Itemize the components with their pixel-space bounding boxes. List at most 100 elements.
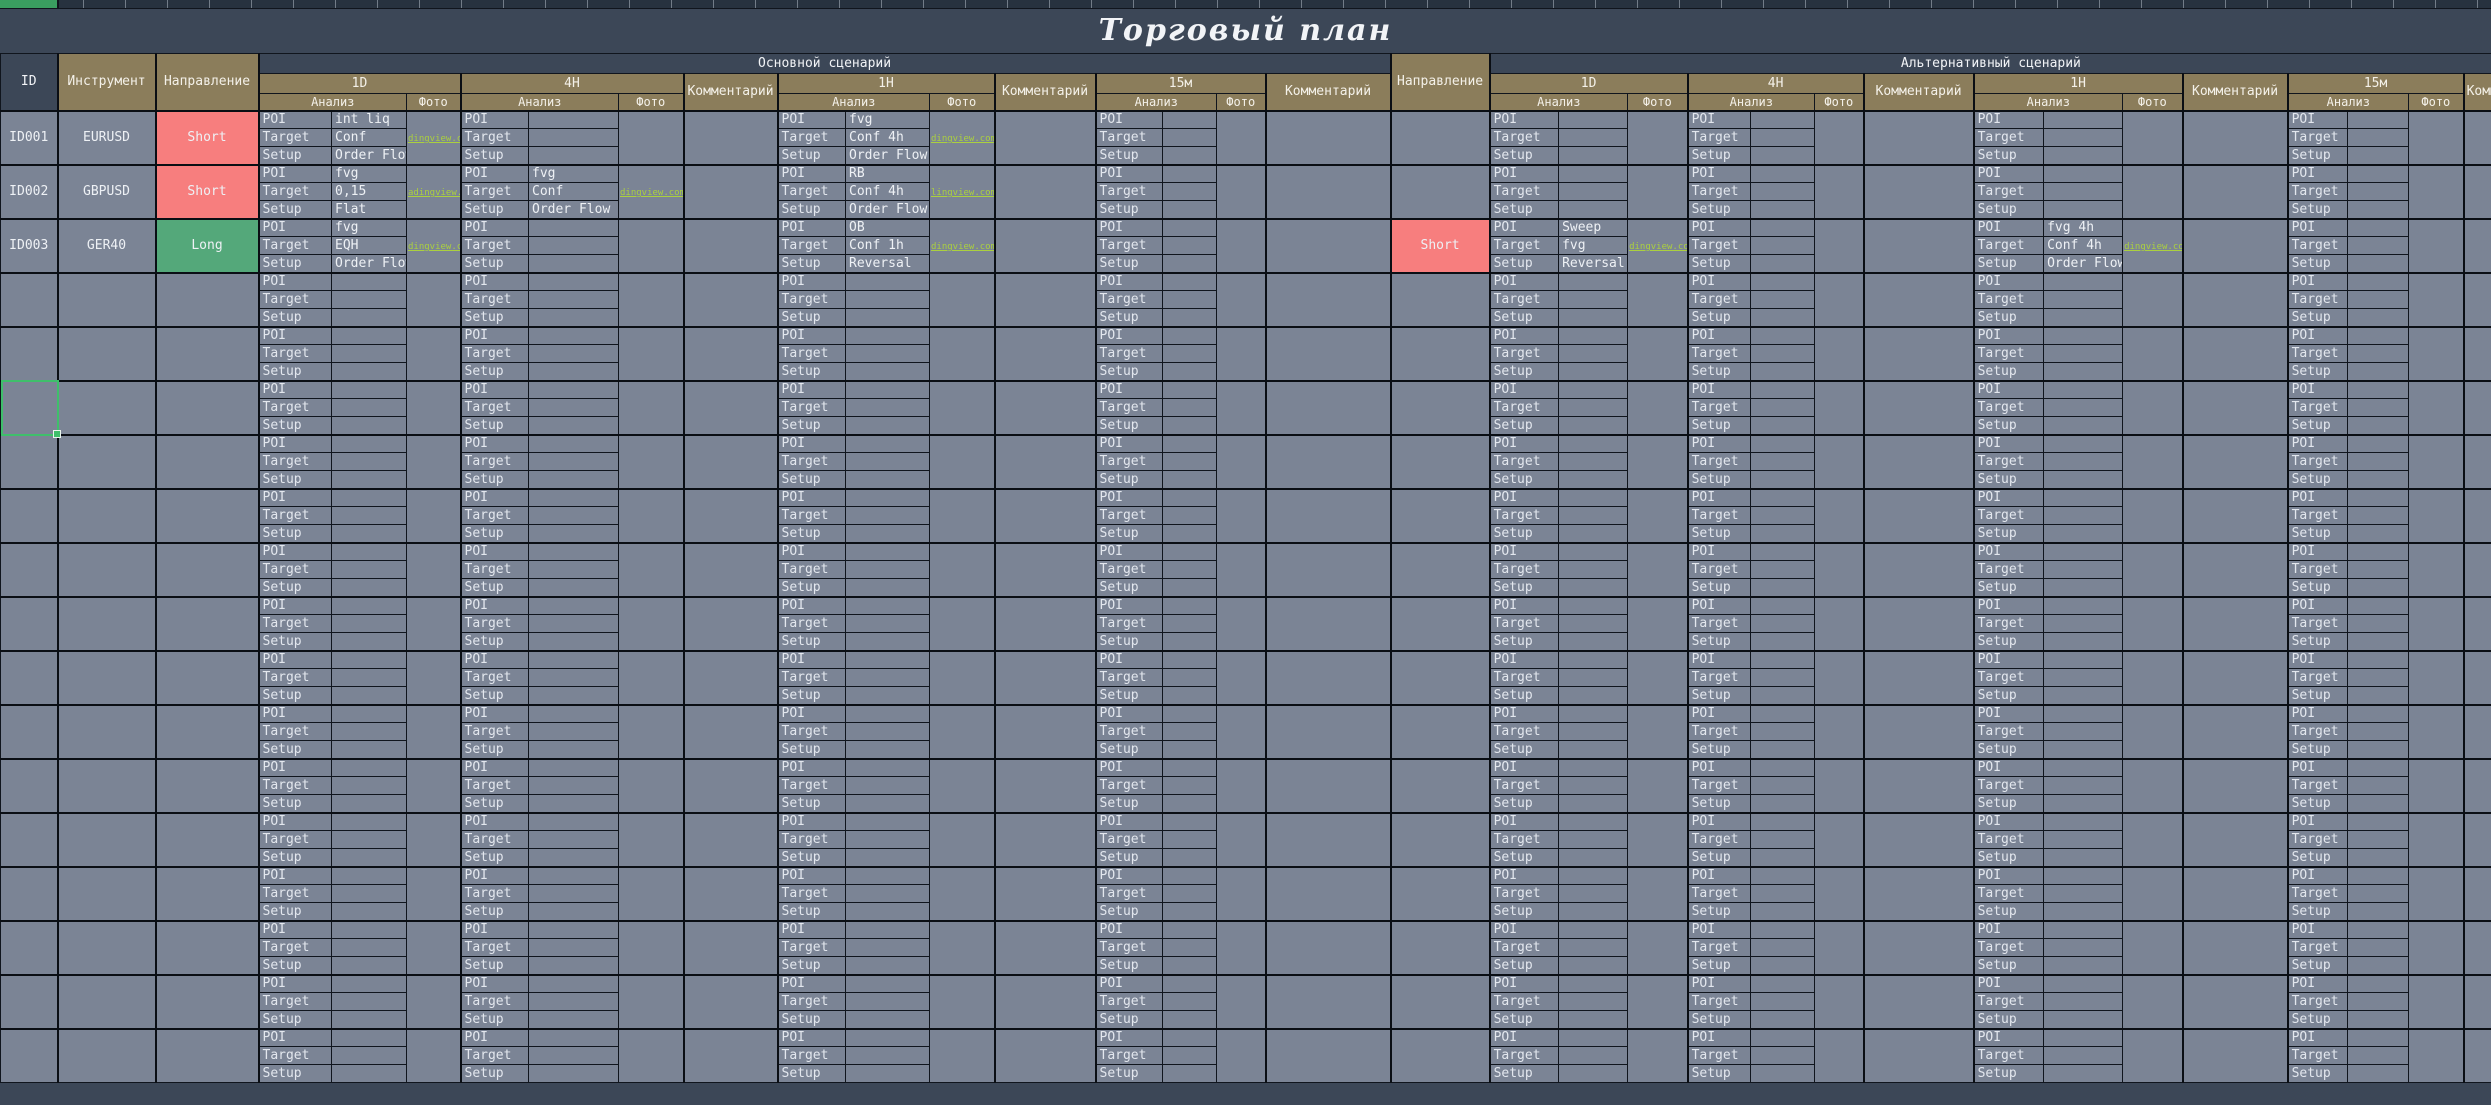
photo-cell[interactable]	[2123, 327, 2183, 381]
analysis-value-cell[interactable]	[529, 471, 619, 489]
analysis-value-cell[interactable]	[1751, 741, 1815, 759]
analysis-value-cell[interactable]	[1163, 471, 1217, 489]
analysis-value-cell[interactable]	[2348, 129, 2409, 147]
analysis-value-cell[interactable]	[332, 345, 407, 363]
photo-cell[interactable]	[1628, 111, 1688, 165]
photo-cell[interactable]	[2409, 651, 2464, 705]
direction-cell[interactable]	[1391, 867, 1490, 921]
analysis-value-cell[interactable]	[2044, 939, 2123, 957]
photo-cell[interactable]	[2123, 435, 2183, 489]
direction-cell[interactable]	[1391, 165, 1490, 219]
photo-cell[interactable]	[930, 975, 995, 1029]
analysis-value-cell[interactable]	[2348, 777, 2409, 795]
analysis-value-cell[interactable]	[332, 363, 407, 381]
instrument-cell[interactable]	[58, 435, 156, 489]
analysis-value-cell[interactable]	[846, 471, 930, 489]
id-cell[interactable]: ID001	[1, 111, 58, 165]
analysis-value-cell[interactable]	[529, 561, 619, 579]
comment-cell[interactable]	[1864, 705, 1974, 759]
photo-cell[interactable]	[1217, 597, 1266, 651]
comment-cell[interactable]	[995, 219, 1096, 273]
analysis-value-cell[interactable]	[2044, 723, 2123, 741]
instrument-cell[interactable]: GER40	[58, 219, 156, 273]
analysis-value-cell[interactable]	[1559, 687, 1628, 705]
photo-cell[interactable]	[1217, 1029, 1266, 1083]
comment-cell[interactable]	[684, 327, 778, 381]
photo-cell[interactable]	[1815, 273, 1864, 327]
photo-cell[interactable]	[930, 597, 995, 651]
analysis-value-cell[interactable]	[2044, 903, 2123, 921]
analysis-value-cell[interactable]	[1559, 831, 1628, 849]
comment-cell[interactable]	[2464, 489, 2491, 543]
analysis-value-cell[interactable]	[1163, 525, 1217, 543]
direction-cell[interactable]	[156, 867, 259, 921]
analysis-value-cell[interactable]	[846, 435, 930, 453]
analysis-value-cell[interactable]	[332, 507, 407, 525]
analysis-value-cell[interactable]	[2348, 255, 2409, 273]
analysis-value-cell[interactable]	[529, 417, 619, 435]
analysis-value-cell[interactable]: Conf	[332, 129, 407, 147]
analysis-value-cell[interactable]	[2348, 345, 2409, 363]
comment-cell[interactable]	[995, 867, 1096, 921]
photo-cell[interactable]	[2409, 219, 2464, 273]
photo-cell[interactable]	[407, 381, 461, 435]
analysis-value-cell[interactable]	[1559, 921, 1628, 939]
photo-cell[interactable]	[1217, 921, 1266, 975]
analysis-value-cell[interactable]	[1163, 597, 1217, 615]
analysis-value-cell[interactable]	[1163, 453, 1217, 471]
comment-cell[interactable]	[995, 975, 1096, 1029]
photo-cell[interactable]	[1815, 813, 1864, 867]
analysis-value-cell[interactable]	[529, 975, 619, 993]
analysis-value-cell[interactable]	[529, 957, 619, 975]
analysis-value-cell[interactable]: fvg 4h	[2044, 219, 2123, 237]
id-cell[interactable]	[1, 381, 58, 435]
analysis-value-cell[interactable]	[1559, 795, 1628, 813]
analysis-value-cell[interactable]	[1559, 327, 1628, 345]
analysis-value-cell[interactable]	[1163, 885, 1217, 903]
analysis-value-cell[interactable]	[1559, 1029, 1628, 1047]
analysis-value-cell[interactable]	[2044, 831, 2123, 849]
analysis-value-cell[interactable]	[1559, 489, 1628, 507]
analysis-value-cell[interactable]	[2348, 759, 2409, 777]
analysis-value-cell[interactable]	[529, 669, 619, 687]
photo-cell[interactable]	[2123, 651, 2183, 705]
analysis-value-cell[interactable]	[1751, 867, 1815, 885]
comment-cell[interactable]	[684, 543, 778, 597]
analysis-value-cell[interactable]	[332, 273, 407, 291]
analysis-value-cell[interactable]	[332, 795, 407, 813]
analysis-value-cell[interactable]	[529, 543, 619, 561]
analysis-value-cell[interactable]	[529, 777, 619, 795]
comment-cell[interactable]	[1266, 705, 1391, 759]
analysis-value-cell[interactable]	[1163, 219, 1217, 237]
analysis-value-cell[interactable]	[529, 525, 619, 543]
analysis-value-cell[interactable]	[1751, 345, 1815, 363]
analysis-value-cell[interactable]	[1559, 363, 1628, 381]
photo-cell[interactable]	[1217, 651, 1266, 705]
analysis-value-cell[interactable]	[1559, 579, 1628, 597]
comment-cell[interactable]	[995, 435, 1096, 489]
analysis-value-cell[interactable]	[2348, 921, 2409, 939]
comment-cell[interactable]	[1266, 327, 1391, 381]
photo-cell[interactable]	[1217, 111, 1266, 165]
analysis-value-cell[interactable]	[332, 921, 407, 939]
comment-cell[interactable]	[684, 597, 778, 651]
analysis-value-cell[interactable]	[846, 687, 930, 705]
photo-cell[interactable]	[1815, 543, 1864, 597]
photo-cell[interactable]	[619, 705, 684, 759]
analysis-value-cell[interactable]	[1751, 957, 1815, 975]
photo-cell[interactable]	[619, 1029, 684, 1083]
analysis-value-cell[interactable]	[2348, 597, 2409, 615]
analysis-value-cell[interactable]	[529, 1047, 619, 1065]
analysis-value-cell[interactable]	[1559, 1065, 1628, 1083]
analysis-value-cell[interactable]	[1559, 1047, 1628, 1065]
photo-cell[interactable]	[1815, 867, 1864, 921]
comment-cell[interactable]	[2464, 759, 2491, 813]
analysis-value-cell[interactable]	[2044, 273, 2123, 291]
analysis-value-cell[interactable]	[1751, 687, 1815, 705]
instrument-cell[interactable]	[58, 543, 156, 597]
analysis-value-cell[interactable]	[2044, 561, 2123, 579]
analysis-value-cell[interactable]	[1751, 435, 1815, 453]
analysis-value-cell[interactable]	[529, 579, 619, 597]
comment-cell[interactable]	[684, 219, 778, 273]
analysis-value-cell[interactable]	[1751, 453, 1815, 471]
